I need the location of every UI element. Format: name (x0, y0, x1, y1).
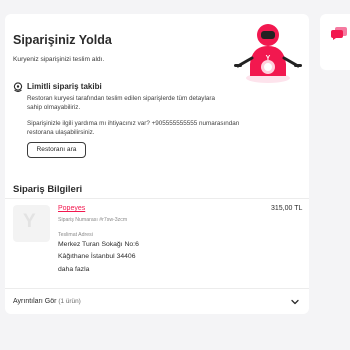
delivery-address-label: Teslimat Adresi (58, 232, 93, 238)
address-line-2: Kâğıthane İstanbul 34406 (58, 253, 136, 260)
status-subtitle: Kuryeniz siparişinizi teslim aldı. (13, 56, 105, 63)
courier-illustration: Y (234, 24, 302, 83)
restaurant-logo-placeholder: Y (23, 211, 36, 232)
divider (5, 198, 309, 199)
help-text: Siparişinizle ilgili yardıma mı ihtiyacı… (27, 120, 240, 136)
order-number: Sipariş Numarası #r7sw-3zcm (58, 217, 128, 223)
see-details-toggle[interactable]: Ayrıntıları Gör (1 ürün) (13, 298, 81, 305)
location-pin-icon (13, 82, 23, 93)
svg-text:Y: Y (266, 55, 271, 62)
tracking-title: Limitli sipariş takibi (27, 82, 102, 91)
chat-tab[interactable] (320, 14, 350, 70)
divider (5, 288, 309, 289)
chevron-down-icon[interactable] (291, 299, 299, 305)
call-restaurant-button[interactable]: Restoranı ara (27, 142, 86, 158)
show-more-link[interactable]: daha fazla (58, 266, 89, 273)
order-price: 315,00 TL (271, 205, 303, 212)
page-title: Siparişiniz Yolda (13, 33, 112, 47)
chat-bubble-icon[interactable] (331, 27, 347, 40)
tracking-description: Restoran kuryesi tarafından teslim edile… (27, 95, 215, 111)
see-details-label: Ayrıntıları Gör (13, 298, 57, 305)
order-info-title: Sipariş Bilgileri (13, 184, 83, 195)
item-count: (1 ürün) (58, 298, 81, 305)
restaurant-name-link[interactable]: Popeyes (58, 205, 85, 212)
address-line-1: Merkez Turan Sokağı No:6 (58, 241, 139, 248)
